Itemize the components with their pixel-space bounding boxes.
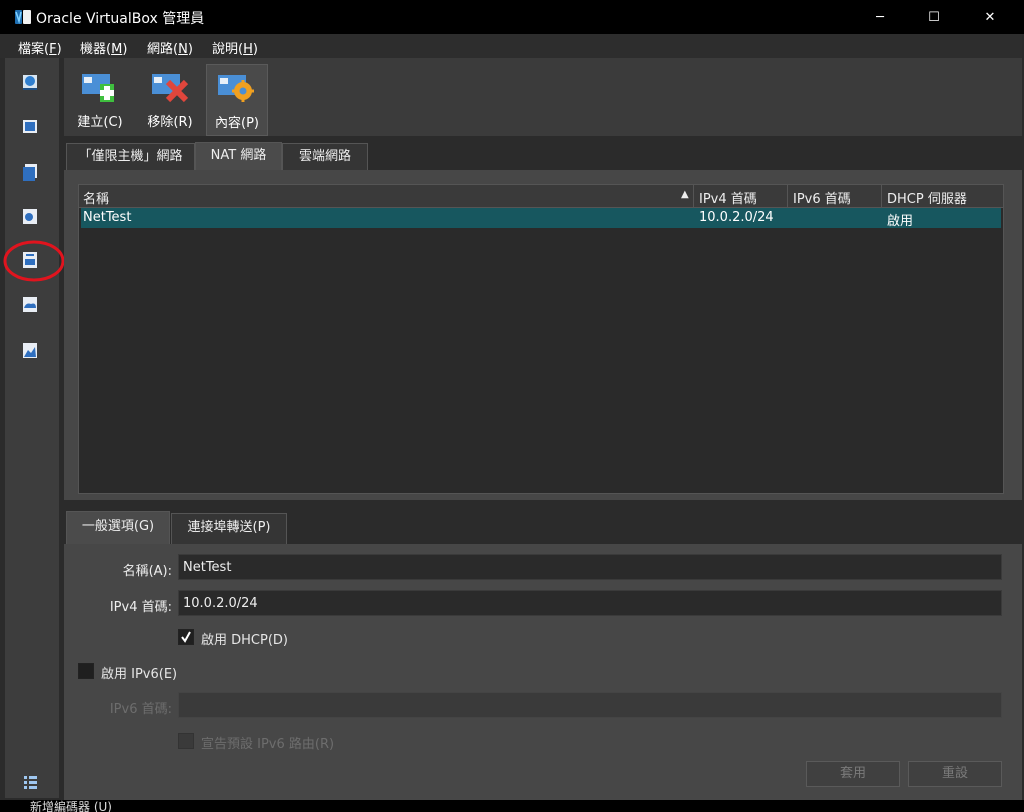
tab-general[interactable]: 一般選項(G): [66, 511, 170, 545]
properties-gear-icon: [218, 75, 254, 102]
advertise-ipv6-route-label: 宣告預設 IPv6 路由(R): [201, 737, 335, 752]
create-network-icon: [82, 74, 114, 102]
cloud-tool-icon[interactable]: [18, 292, 42, 316]
tab-port-forwarding[interactable]: 連接埠轉送(P): [171, 513, 287, 545]
column-dhcp[interactable]: DHCP 伺服器: [887, 188, 967, 207]
column-ipv6[interactable]: IPv6 首碼: [793, 188, 851, 207]
window-title: Oracle VirtualBox 管理員: [36, 11, 205, 27]
activities-tool-icon[interactable]: [18, 338, 42, 362]
tab-cloud[interactable]: 雲端網路: [282, 143, 368, 170]
column-divider: [881, 185, 882, 207]
column-divider: [787, 185, 788, 207]
machines-tool-icon[interactable]: [18, 114, 42, 138]
properties-label: 內容(P): [215, 116, 259, 131]
background-text-fragment: 新增編碼器 (U): [30, 800, 112, 812]
close-button[interactable]: ✕: [962, 0, 1018, 34]
column-ipv4[interactable]: IPv4 首碼: [699, 188, 757, 207]
tab-host-only[interactable]: 「僅限主機」網路: [66, 143, 195, 170]
enable-ipv6-label[interactable]: 啟用 IPv6(E): [101, 663, 177, 682]
menu-machine[interactable]: 機器(M): [80, 38, 127, 57]
reset-button[interactable]: 重設: [908, 761, 1002, 787]
minimize-button[interactable]: ─: [852, 0, 908, 34]
name-input[interactable]: NetTest: [178, 554, 1002, 580]
checkmark-icon: [181, 631, 191, 643]
name-label: 名稱(A):: [122, 564, 172, 579]
sort-ascending-icon: ▲: [681, 189, 689, 200]
tools-menu-icon[interactable]: [18, 770, 42, 794]
ipv4-prefix-input[interactable]: 10.0.2.0/24: [178, 590, 1002, 616]
welcome-tool-icon[interactable]: [18, 70, 42, 94]
menu-help[interactable]: 說明(H): [212, 38, 258, 57]
cell-dhcp: 啟用: [887, 214, 914, 229]
ipv6-prefix-input[interactable]: [178, 692, 1002, 718]
create-button[interactable]: 建立(C): [70, 64, 130, 134]
properties-button[interactable]: 內容(P): [206, 64, 268, 136]
remove-button[interactable]: 移除(R): [140, 64, 200, 134]
create-label: 建立(C): [77, 115, 123, 130]
table-row[interactable]: NetTest 10.0.2.0/24 啟用: [81, 208, 1001, 229]
ipv6-prefix-label: IPv6 首碼:: [109, 702, 172, 717]
enable-dhcp-label[interactable]: 啟用 DHCP(D): [201, 629, 288, 648]
remove-label: 移除(R): [147, 115, 193, 130]
menu-network[interactable]: 網路(N): [147, 38, 193, 57]
extensions-tool-icon[interactable]: [18, 160, 42, 184]
maximize-button[interactable]: ☐: [906, 0, 962, 34]
enable-ipv6-checkbox[interactable]: [78, 663, 94, 679]
network-table[interactable]: 名稱 ▲ IPv4 首碼 IPv6 首碼 DHCP 伺服器 NetTest 10…: [78, 184, 1004, 494]
virtualbox-logo-icon: [15, 10, 31, 24]
cell-name: NetTest: [83, 210, 132, 225]
tab-nat[interactable]: NAT 網路: [195, 142, 282, 171]
cell-ipv4: 10.0.2.0/24: [699, 210, 774, 225]
media-tool-icon[interactable]: [18, 204, 42, 228]
apply-button[interactable]: 套用: [806, 761, 900, 787]
menu-file[interactable]: 檔案(F): [18, 38, 62, 57]
column-name[interactable]: 名稱: [83, 188, 109, 207]
background-window-strip: [0, 800, 1024, 812]
table-header: 名稱 ▲ IPv4 首碼 IPv6 首碼 DHCP 伺服器: [79, 185, 1003, 208]
annotation-circle: [3, 240, 65, 282]
ipv4-label: IPv4 首碼:: [109, 600, 172, 615]
column-divider: [693, 185, 694, 207]
advertise-ipv6-route-checkbox[interactable]: [178, 733, 194, 749]
remove-network-icon: [152, 74, 189, 103]
enable-dhcp-checkbox[interactable]: [178, 629, 194, 645]
